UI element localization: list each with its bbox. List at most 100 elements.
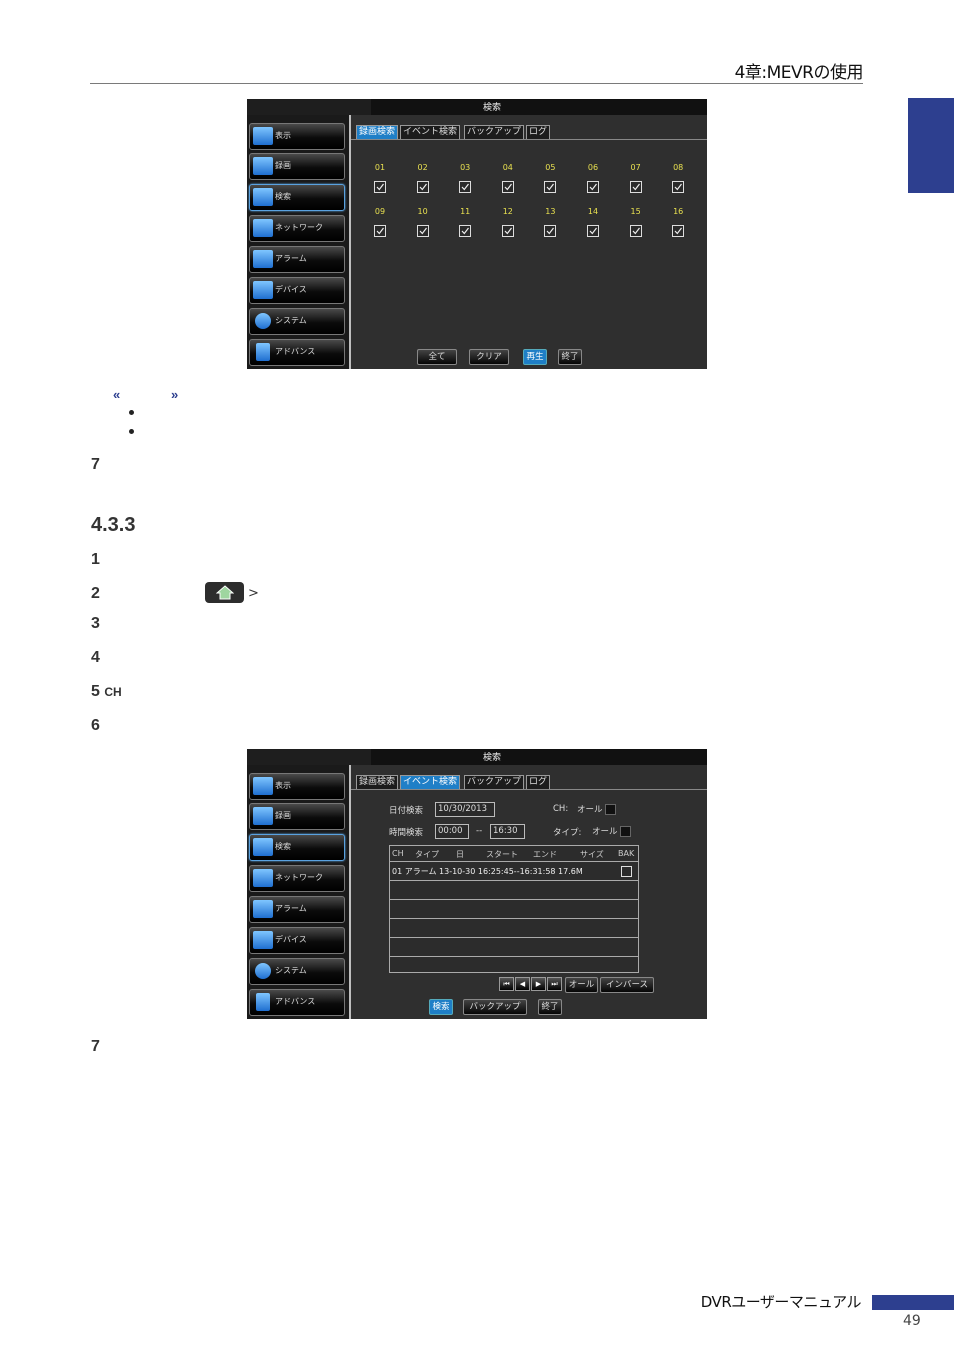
dvr-event-search-screenshot: 検索 表示 録画 検索 ネットワーク アラーム デバイス システム アドバンス … bbox=[247, 749, 707, 1019]
channel-checkbox[interactable] bbox=[587, 181, 599, 193]
sidebar-item-search[interactable]: 検索 bbox=[249, 184, 345, 211]
inverse-button[interactable]: インバース bbox=[600, 977, 654, 993]
time-search-label: 時間検索 bbox=[389, 828, 424, 838]
tab-log[interactable]: ログ bbox=[526, 775, 551, 789]
alarm-icon bbox=[253, 900, 273, 918]
sidebar-item-system[interactable]: システム bbox=[249, 958, 345, 985]
tab-backup[interactable]: バックアップ bbox=[464, 125, 525, 139]
sidebar-item-advanced[interactable]: アドバンス bbox=[249, 989, 345, 1016]
search-button[interactable]: 検索 bbox=[429, 999, 453, 1015]
exit-button[interactable]: 終了 bbox=[558, 349, 582, 365]
time-to-input[interactable]: 16:30 bbox=[490, 824, 525, 839]
channel-number: 12 bbox=[502, 207, 513, 216]
first-page-button[interactable]: ⏮ bbox=[499, 977, 514, 991]
step-number: 7 bbox=[91, 1038, 100, 1055]
channel-number: 13 bbox=[545, 207, 556, 216]
home-icon bbox=[216, 585, 234, 600]
wrench-icon bbox=[256, 993, 270, 1011]
step-number: 6 bbox=[91, 717, 100, 734]
sidebar-item-record[interactable]: 録画 bbox=[249, 803, 345, 830]
time-from-input[interactable]: 00:00 bbox=[435, 824, 469, 839]
tab-backup[interactable]: バックアップ bbox=[464, 775, 525, 789]
channel-checkbox[interactable] bbox=[416, 225, 429, 237]
channel-checkbox[interactable] bbox=[459, 225, 472, 237]
table-row[interactable]: 01 アラーム 13-10-30 16:25:45--16:31:58 17.6… bbox=[390, 862, 638, 881]
backup-checkbox[interactable] bbox=[621, 866, 632, 877]
prev-page-button[interactable]: ◀ bbox=[515, 977, 530, 991]
step-number: 1 bbox=[91, 551, 100, 568]
sidebar-item-alarm[interactable]: アラーム bbox=[249, 246, 345, 273]
clear-button[interactable]: クリア bbox=[469, 349, 509, 365]
sidebar-item-display[interactable]: 表示 bbox=[249, 123, 345, 150]
channel-checkbox[interactable] bbox=[587, 225, 599, 237]
home-button-image bbox=[205, 582, 244, 603]
bullet bbox=[129, 410, 134, 415]
sidebar-item-device[interactable]: デバイス bbox=[249, 927, 345, 954]
checkmark-icon bbox=[419, 183, 427, 191]
channel-checkbox[interactable] bbox=[672, 181, 685, 193]
next-page-button[interactable]: ▶ bbox=[531, 977, 546, 991]
channel-number: 15 bbox=[630, 207, 641, 216]
date-search-input[interactable]: 10/30/2013 bbox=[435, 802, 495, 817]
bullet bbox=[129, 429, 134, 434]
channel-checkbox[interactable] bbox=[416, 181, 429, 193]
sidebar-item-display[interactable]: 表示 bbox=[249, 773, 345, 800]
select-all-button[interactable]: オール bbox=[565, 977, 598, 993]
channel-number: 06 bbox=[587, 163, 599, 172]
table-row bbox=[390, 938, 638, 957]
sidebar-item-search[interactable]: 検索 bbox=[249, 834, 345, 861]
checkmark-icon bbox=[504, 227, 512, 235]
type-select[interactable]: オール bbox=[592, 825, 631, 837]
exit-button[interactable]: 終了 bbox=[538, 999, 562, 1015]
checkmark-icon bbox=[589, 183, 597, 191]
event-table: CH タイプ 日 スタート エンド サイズ BAK 01 アラーム 13-10-… bbox=[389, 845, 639, 973]
table-row bbox=[390, 900, 638, 919]
ch-label: CH: bbox=[553, 804, 569, 814]
sidebar-item-system[interactable]: システム bbox=[249, 308, 345, 335]
play-button[interactable]: 再生 bbox=[523, 349, 547, 365]
checkmark-icon bbox=[376, 183, 384, 191]
sidebar-item-alarm[interactable]: アラーム bbox=[249, 896, 345, 923]
sidebar-item-device[interactable]: デバイス bbox=[249, 277, 345, 304]
dvr-window-title: 検索 bbox=[482, 103, 501, 113]
select-all-button[interactable]: 全て bbox=[417, 349, 457, 365]
step-number: 4 bbox=[91, 649, 100, 666]
channel-number: 05 bbox=[545, 163, 556, 172]
checkmark-icon bbox=[546, 227, 555, 235]
step-number: 5 CH bbox=[91, 683, 122, 700]
channel-checkbox[interactable] bbox=[544, 181, 557, 193]
channel-checkbox[interactable] bbox=[629, 181, 642, 193]
channel-checkbox[interactable] bbox=[459, 181, 472, 193]
tab-event-search[interactable]: イベント検索 bbox=[400, 775, 461, 789]
channel-checkbox[interactable] bbox=[672, 225, 685, 237]
last-page-button[interactable]: ⏭ bbox=[547, 977, 562, 991]
tab-log[interactable]: ログ bbox=[526, 125, 551, 139]
tab-event-search[interactable]: イベント検索 bbox=[400, 125, 461, 139]
checkmark-icon bbox=[461, 183, 470, 191]
ch-select[interactable]: オール bbox=[577, 803, 616, 815]
channel-checkbox[interactable] bbox=[629, 225, 642, 237]
alarm-icon bbox=[253, 250, 273, 268]
backup-button[interactable]: バックアップ bbox=[463, 999, 527, 1015]
channel-checkbox[interactable] bbox=[501, 225, 514, 237]
section-heading: 4.3.3 bbox=[91, 514, 136, 536]
sidebar-item-record[interactable]: 録画 bbox=[249, 153, 345, 180]
sidebar-item-network[interactable]: ネットワーク bbox=[249, 865, 345, 892]
time-separator: -- bbox=[476, 826, 483, 836]
tab-record-search[interactable]: 録画検索 bbox=[356, 775, 399, 789]
channel-checkbox[interactable] bbox=[374, 181, 386, 193]
channel-number: 14 bbox=[587, 207, 599, 216]
checkmark-icon bbox=[376, 227, 384, 235]
channel-checkbox[interactable] bbox=[501, 181, 514, 193]
channel-checkbox[interactable] bbox=[544, 225, 557, 237]
channel-number: 07 bbox=[630, 163, 641, 172]
sidebar-item-network[interactable]: ネットワーク bbox=[249, 215, 345, 242]
channel-checkbox[interactable] bbox=[374, 225, 386, 237]
step-number: 3 bbox=[91, 615, 100, 632]
film-icon bbox=[253, 157, 273, 175]
device-icon bbox=[253, 931, 273, 949]
channel-number: 11 bbox=[460, 207, 471, 216]
sidebar-item-advanced[interactable]: アドバンス bbox=[249, 339, 345, 366]
tab-record-search[interactable]: 録画検索 bbox=[356, 125, 399, 139]
checkmark-icon bbox=[674, 227, 683, 235]
